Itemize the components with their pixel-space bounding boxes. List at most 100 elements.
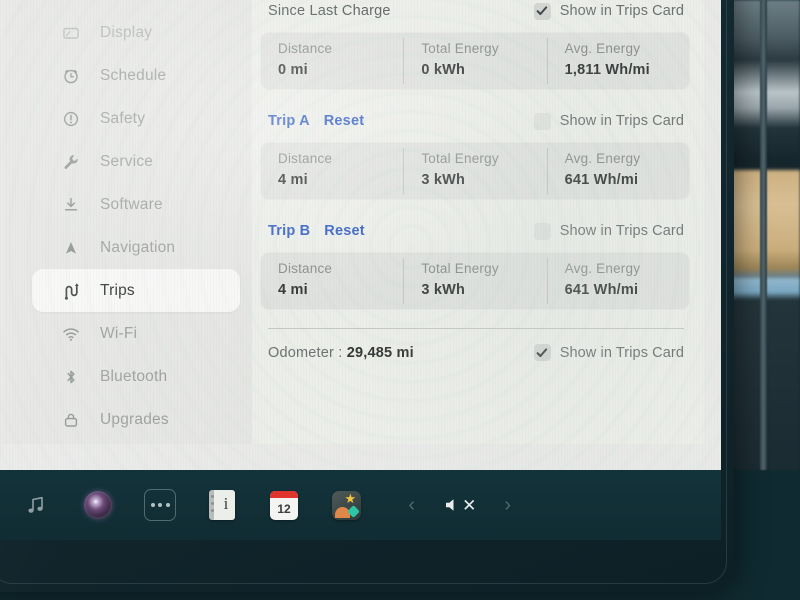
section-header: Trip B Reset Show in Trips Card — [260, 216, 690, 246]
seat-icon — [60, 0, 82, 1]
next-track-icon[interactable]: › — [504, 495, 511, 515]
stat-label: Total Energy — [421, 41, 499, 56]
trips-icon — [60, 280, 82, 302]
sidebar-item-label: Upgrades — [100, 410, 169, 428]
stat-value: 3 kWh — [421, 172, 466, 188]
photos-tile: ★ — [331, 490, 361, 520]
trip-label[interactable]: Trip B — [268, 223, 310, 239]
more-apps-box — [144, 489, 176, 521]
stat-column: Total Energy 3 kWh — [403, 142, 546, 200]
odometer-checkbox-label: Show in Trips Card — [559, 344, 684, 361]
mute-icon[interactable]: ✕ — [443, 496, 476, 514]
show-in-trips-card-label: Show in Trips Card — [559, 3, 684, 19]
display-icon — [60, 22, 82, 44]
calendar-day: 12 — [277, 501, 291, 516]
show-in-trips-card-toggle[interactable]: Show in Trips Card — [533, 222, 684, 240]
dashboard-photo: Seats Display Schedule Safety Service Softwar… — [0, 0, 800, 600]
section-header: Trip A Reset Show in Trips Card — [260, 106, 690, 136]
navigation-icon — [60, 237, 82, 259]
odometer-divider — [268, 328, 684, 329]
stat-label: Avg. Energy — [564, 41, 641, 56]
section-header: Since Last Charge Show in Trips Card — [260, 0, 690, 26]
stat-value: 0 kWh — [421, 62, 466, 78]
sidebar-item-label: Navigation — [100, 238, 176, 256]
music-icon[interactable] — [18, 487, 54, 523]
odometer-label: Odometer : — [268, 344, 343, 361]
schedule-icon — [60, 65, 82, 87]
show-in-trips-card-label: Show in Trips Card — [559, 113, 684, 129]
stat-value: 1,811 Wh/mi — [564, 62, 650, 78]
trip-reset-button[interactable]: Reset — [324, 223, 365, 239]
trip-reset-button[interactable]: Reset — [324, 113, 365, 129]
stat-value: 4 mi — [278, 282, 308, 298]
sidebar-item-bluetooth[interactable]: Bluetooth — [32, 355, 240, 398]
stat-value: 641 Wh/mi — [564, 282, 639, 298]
stat-column: Total Energy 3 kWh — [403, 252, 546, 310]
odometer-text: Odometer : 29,485 mi — [268, 345, 414, 361]
stat-value: 3 kWh — [421, 282, 466, 298]
sidebar-item-upgrades[interactable]: Upgrades — [32, 398, 240, 441]
trip-title-group: Trip B Reset — [268, 223, 365, 239]
checkbox-unchecked-icon[interactable] — [533, 222, 551, 240]
voice-assistant-icon[interactable] — [80, 487, 116, 523]
more-apps-icon[interactable] — [142, 487, 178, 523]
dot-3 — [165, 503, 170, 507]
stat-label: Distance — [278, 41, 333, 56]
section-title: Since Last Charge — [268, 3, 391, 19]
stat-label: Avg. Energy — [564, 261, 641, 276]
sidebar-item-label: Display — [100, 23, 153, 41]
owners-manual-book — [209, 490, 235, 520]
previous-track-icon[interactable]: ‹ — [408, 495, 415, 515]
sidebar-item-label: Trips — [100, 281, 135, 299]
book-ring-3 — [210, 509, 214, 512]
trip-section: Trip B Reset Show in Trips Card Distance 4 m… — [260, 216, 690, 310]
stat-label: Avg. Energy — [564, 151, 641, 166]
book-ring-2 — [210, 502, 214, 505]
sidebar-item-label: Wi-Fi — [100, 324, 138, 342]
owners-manual-icon[interactable] — [204, 487, 240, 523]
show-in-trips-card-toggle[interactable]: Show in Trips Card — [533, 2, 684, 20]
stat-column: Avg. Energy 1,811 Wh/mi — [546, 32, 690, 90]
stat-value: 4 mi — [278, 172, 308, 188]
book-ring-1 — [210, 495, 214, 498]
trip-sections: Since Last Charge Show in Trips Card Dista… — [260, 0, 690, 310]
sidebar-item-display[interactable]: Display — [32, 11, 240, 54]
photos-icon[interactable]: ★ — [328, 487, 364, 523]
checkbox-checked-icon[interactable] — [533, 2, 551, 20]
wrench-icon — [60, 151, 82, 173]
sidebar-item-wi-fi[interactable]: Wi-Fi — [32, 312, 240, 355]
settings-sidebar[interactable]: Seats Display Schedule Safety Service Softwar… — [4, 0, 252, 444]
sidebar-item-service[interactable]: Service — [32, 140, 240, 183]
mute-cross: ✕ — [462, 495, 477, 515]
trip-section: Trip A Reset Show in Trips Card Distance 4 m… — [260, 106, 690, 200]
window-pillar — [760, 0, 767, 470]
sidebar-item-label: Schedule — [100, 66, 167, 84]
taskbar-media-controls: ‹ ✕ › — [408, 470, 511, 540]
checkbox-checked-icon[interactable] — [533, 344, 551, 361]
stat-column: Distance 0 mi — [260, 32, 403, 90]
trip-label[interactable]: Trip A — [268, 113, 310, 129]
stat-label: Distance — [278, 261, 333, 276]
show-in-trips-card-toggle[interactable]: Show in Trips Card — [533, 112, 684, 130]
stat-column: Avg. Energy 641 Wh/mi — [546, 142, 690, 200]
stat-value: 641 Wh/mi — [564, 172, 639, 188]
checkbox-unchecked-icon[interactable] — [533, 112, 551, 130]
odometer-value: 29,485 mi — [346, 344, 414, 361]
sidebar-item-seats[interactable]: Seats — [32, 0, 240, 11]
sidebar-item-navigation[interactable]: Navigation — [32, 226, 240, 269]
stat-column: Avg. Energy 641 Wh/mi — [546, 252, 690, 310]
sidebar-item-label: Bluetooth — [100, 367, 168, 385]
stat-label: Total Energy — [421, 151, 499, 166]
calendar-icon[interactable]: 12 — [266, 487, 302, 523]
upgrades-icon — [60, 409, 82, 431]
stat-label: Total Energy — [421, 261, 499, 276]
sidebar-item-schedule[interactable]: Schedule — [32, 54, 240, 97]
sidebar-item-trips[interactable]: Trips — [32, 269, 240, 312]
odometer-show-in-trips-card-toggle[interactable]: Show in Trips Card — [533, 344, 684, 361]
sidebar-item-safety[interactable]: Safety — [32, 97, 240, 140]
sidebar-item-software[interactable]: Software — [32, 183, 240, 226]
bluetooth-icon — [60, 366, 82, 388]
stat-column: Total Energy 0 kWh — [403, 32, 546, 90]
sidebar-item-label: Software — [100, 195, 163, 213]
touchscreen-display: Seats Display Schedule Safety Service Softwar… — [0, 0, 721, 470]
